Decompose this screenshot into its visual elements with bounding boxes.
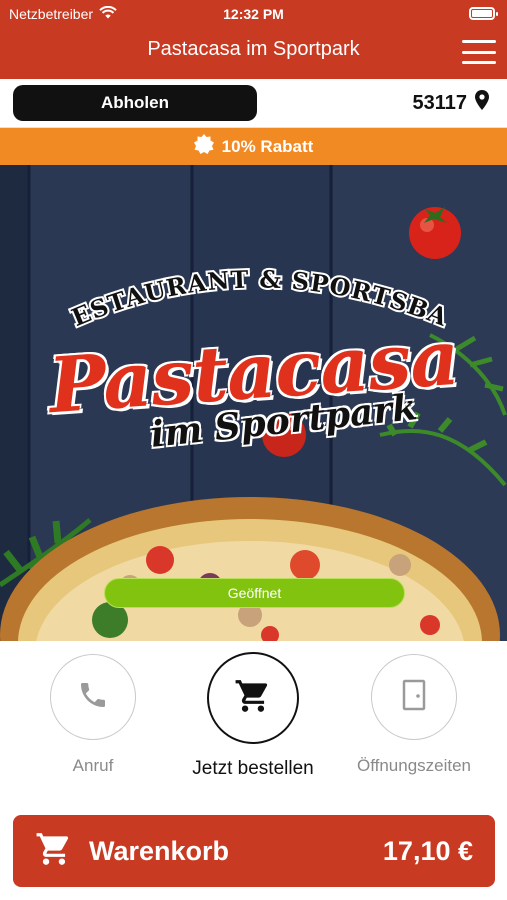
call-label: Anruf [72,756,114,775]
opening-hours-button[interactable]: Öffnungszeiten [339,654,489,776]
door-icon [401,679,427,716]
discount-banner[interactable]: 10% Rabatt [0,128,507,165]
top-bar: Netzbetreiber 12:32 PM Pastacasa im Spor… [0,0,507,79]
status-bar: Netzbetreiber 12:32 PM [0,0,507,28]
hero-image: RESTAURANT & SPORTSBAR Pastacasa im Spor… [0,165,507,641]
order-now-label: Jetzt bestellen [192,758,314,779]
pickup-button[interactable]: Abholen [13,85,257,121]
badge-icon [193,134,214,159]
postal-code: 53117 [412,91,467,114]
cart-total: 17,10 € [382,835,473,866]
battery-icon [469,7,498,20]
hours-circle [371,654,457,740]
opening-hours-label: Öffnungszeiten [356,756,472,775]
phone-icon [77,679,109,716]
call-button[interactable]: Anruf [18,654,168,776]
order-mode-row: Abholen 53117 [0,79,507,128]
discount-label: 10% Rabatt [221,136,314,156]
postal-code-selector[interactable]: 53117 [412,90,489,116]
cart-icon [234,677,272,720]
action-row: Anruf Jetzt bestellen Öffnungszeiten [0,641,507,801]
cart-button[interactable]: Warenkorb 17,10 € [13,815,495,887]
order-circle [207,652,299,744]
order-now-button[interactable]: Jetzt bestellen [178,652,328,780]
clock: 12:32 PM [223,6,284,22]
hamburger-menu-icon[interactable] [462,40,496,64]
open-status-badge[interactable]: Geöffnet [104,578,405,608]
cart-label: Warenkorb [89,835,230,866]
page-title: Pastacasa im Sportpark [147,38,360,60]
svg-text:RESTAURANT & SPORTSBAR: RESTAURANT & SPORTSBAR [0,165,452,332]
call-circle [50,654,136,740]
cart-icon [35,830,73,873]
location-pin-icon [475,90,489,116]
